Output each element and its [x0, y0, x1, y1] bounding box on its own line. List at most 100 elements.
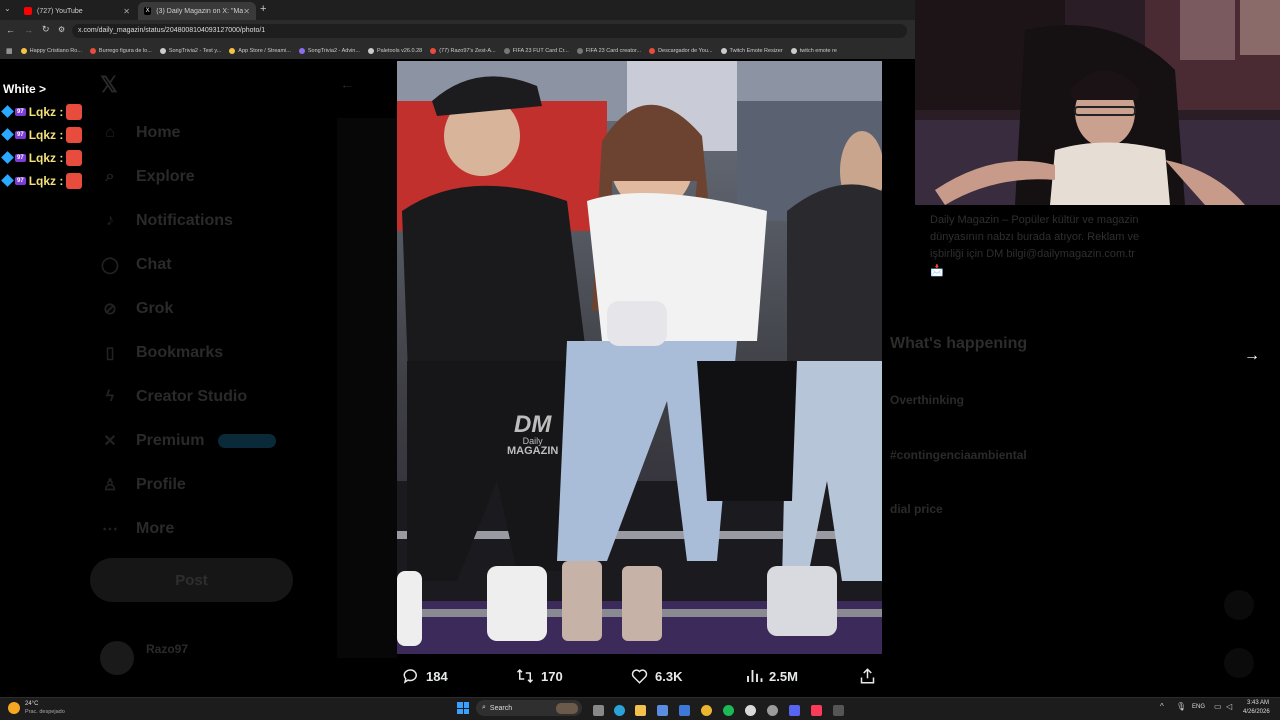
sidebar-item-bookmarks[interactable]: ▯ Bookmarks — [100, 338, 320, 368]
badge-gem-icon — [1, 151, 14, 164]
more-icon: ⋯ — [102, 521, 118, 538]
site-info-icon[interactable]: ⚙ — [58, 25, 65, 34]
chat-icon: ◯ — [101, 257, 119, 274]
mail-icon[interactable] — [679, 705, 690, 716]
language-indicator[interactable]: ENG — [1192, 704, 1205, 710]
weather-temp: 24°C — [25, 701, 39, 707]
tab-menu-icon[interactable]: ⌄ — [4, 4, 14, 14]
share-icon — [860, 668, 875, 684]
sub-badge-icon: 97 — [15, 107, 26, 116]
tray-chevron-icon[interactable]: ^ — [1160, 702, 1164, 711]
badge-gem-icon — [1, 174, 14, 187]
clock-date[interactable]: 4/26/2026 — [1243, 709, 1270, 715]
task-view-icon[interactable] — [593, 705, 604, 716]
edge-icon[interactable] — [614, 705, 625, 716]
share-button[interactable] — [858, 667, 877, 685]
trend-item[interactable]: #contingenciaambiental — [890, 448, 1027, 462]
taskbar-search[interactable]: ⌕ Search — [476, 700, 582, 716]
bookmark[interactable]: Paletools v26.0.28 — [367, 47, 422, 54]
sidebar-item-home[interactable]: ⌂ Home — [100, 118, 320, 148]
trend-item[interactable]: dial price — [890, 502, 943, 516]
bell-icon: ♪ — [106, 212, 114, 229]
spotify-icon[interactable] — [723, 705, 734, 716]
close-icon[interactable]: ✕ — [243, 7, 250, 16]
avatar[interactable] — [100, 641, 134, 675]
x-icon: ✕ — [103, 433, 117, 450]
sidebar-item-creator-studio[interactable]: ϟ Creator Studio — [100, 382, 320, 412]
chrome-icon[interactable] — [701, 705, 712, 716]
whats-happening-heading: What's happening — [890, 335, 1028, 352]
reload-icon[interactable]: ↻ — [42, 24, 50, 35]
bookmark[interactable]: SongTrivia2 - Test y... — [159, 47, 221, 54]
tab-title: (727) YouTube — [37, 7, 83, 15]
url-input[interactable]: x.com/daily_magazin/status/2048008104093… — [72, 24, 907, 38]
bookmark[interactable]: Descargador de You... — [649, 47, 713, 54]
search-icon: ⌕ — [482, 704, 486, 711]
music-icon[interactable] — [811, 705, 822, 716]
sidebar-item-chat[interactable]: ◯ Chat — [100, 250, 320, 280]
apps-icon[interactable]: ▦ — [6, 47, 13, 55]
bookmark[interactable]: SongTrivia2 - Advin... — [298, 47, 360, 54]
tweet-photo[interactable]: DM Daily MAGAZIN — [397, 61, 882, 654]
profile-bio: Daily Magazin – Popüler kültür ve magazi… — [930, 214, 1140, 277]
views-button[interactable]: 2.5M — [745, 667, 798, 685]
network-icon[interactable]: ▭ — [1214, 702, 1222, 711]
post-button[interactable]: Post — [90, 558, 293, 602]
bookmark[interactable]: App Store / Streami... — [229, 47, 291, 54]
windows-start-icon[interactable] — [457, 702, 469, 714]
tab-title: (3) Daily Magazin on X: "Madis — [156, 7, 244, 15]
chrome-profile-icon[interactable] — [745, 705, 756, 716]
bookmark[interactable]: twitch emote re — [790, 47, 837, 54]
lightning-icon: ϟ — [105, 388, 115, 405]
app-icon[interactable] — [833, 705, 844, 716]
like-button[interactable]: 6.3K — [630, 667, 682, 685]
grok-icon: ⊘ — [103, 301, 117, 318]
forward-icon[interactable]: → — [24, 25, 33, 35]
bookmark[interactable]: FIFA 23 Card creator... — [576, 47, 641, 54]
chat-message: 97 Lqkz : — [1, 100, 123, 123]
chat-message: 97 Lqkz : — [1, 123, 123, 146]
bookmark-icon: ▯ — [105, 345, 115, 362]
volume-icon[interactable]: ◁ — [1226, 702, 1232, 711]
emote-icon — [66, 103, 83, 120]
close-icon[interactable]: ✕ — [123, 7, 130, 16]
sidebar-item-profile[interactable]: ♙ Profile — [100, 470, 320, 500]
back-arrow-icon[interactable]: ← — [340, 76, 354, 92]
bookmark[interactable]: Twitch Emote Resizer — [720, 47, 783, 54]
repost-button[interactable]: 170 — [515, 667, 563, 685]
sidebar-item-grok[interactable]: ⊘ Grok — [100, 294, 320, 324]
clock-time[interactable]: 3:43 AM — [1247, 700, 1269, 706]
emote-icon — [66, 149, 83, 166]
weather-icon[interactable] — [8, 702, 20, 714]
mic-icon[interactable]: 🎙 — [1176, 702, 1186, 711]
tab-youtube[interactable]: (727) YouTube ✕ — [18, 2, 136, 20]
reply-button[interactable]: 184 — [402, 667, 448, 685]
trend-item[interactable]: Overthinking — [890, 393, 964, 407]
bookmark[interactable]: FIFA 23 FUT Card Cr... — [503, 47, 569, 54]
messages-float-icon[interactable] — [1224, 648, 1254, 678]
bookmark[interactable]: Happy Cristiano Ro... — [20, 47, 82, 54]
bookmark[interactable]: Burrego figura de lo... — [89, 47, 152, 54]
sidebar-item-explore[interactable]: ⌕ Explore — [100, 162, 320, 192]
grok-float-icon[interactable] — [1224, 590, 1254, 620]
next-photo-icon[interactable]: → — [1244, 347, 1260, 365]
background-tweet-ghost — [337, 118, 397, 658]
back-icon[interactable]: ← — [6, 25, 15, 35]
discord-icon[interactable] — [789, 705, 800, 716]
store-icon[interactable] — [657, 705, 668, 716]
sidebar-item-notifications[interactable]: ♪ Notifications — [100, 206, 320, 236]
bookmark[interactable]: (77) Razo97's Zest-A... — [430, 47, 496, 54]
premium-badge — [218, 434, 277, 448]
sidebar-item-premium[interactable]: ✕ Premium — [100, 426, 320, 456]
sidebar-item-more[interactable]: ⋯ More — [100, 514, 320, 544]
x-logo-icon: X — [144, 7, 152, 15]
weather-desc: Prac. despejado — [25, 709, 65, 715]
webcam-illustration — [915, 0, 1280, 205]
search-highlight-icon — [556, 702, 578, 714]
new-tab-icon[interactable]: + — [260, 3, 266, 15]
obs-icon[interactable] — [767, 705, 778, 716]
tab-daily-magazin[interactable]: X (3) Daily Magazin on X: "Madis ✕ — [138, 2, 256, 20]
bookmarks-bar: ▦ Happy Cristiano Ro... Burrego figura d… — [0, 42, 915, 59]
file-explorer-icon[interactable] — [635, 705, 646, 716]
person-icon: ♙ — [102, 477, 118, 494]
